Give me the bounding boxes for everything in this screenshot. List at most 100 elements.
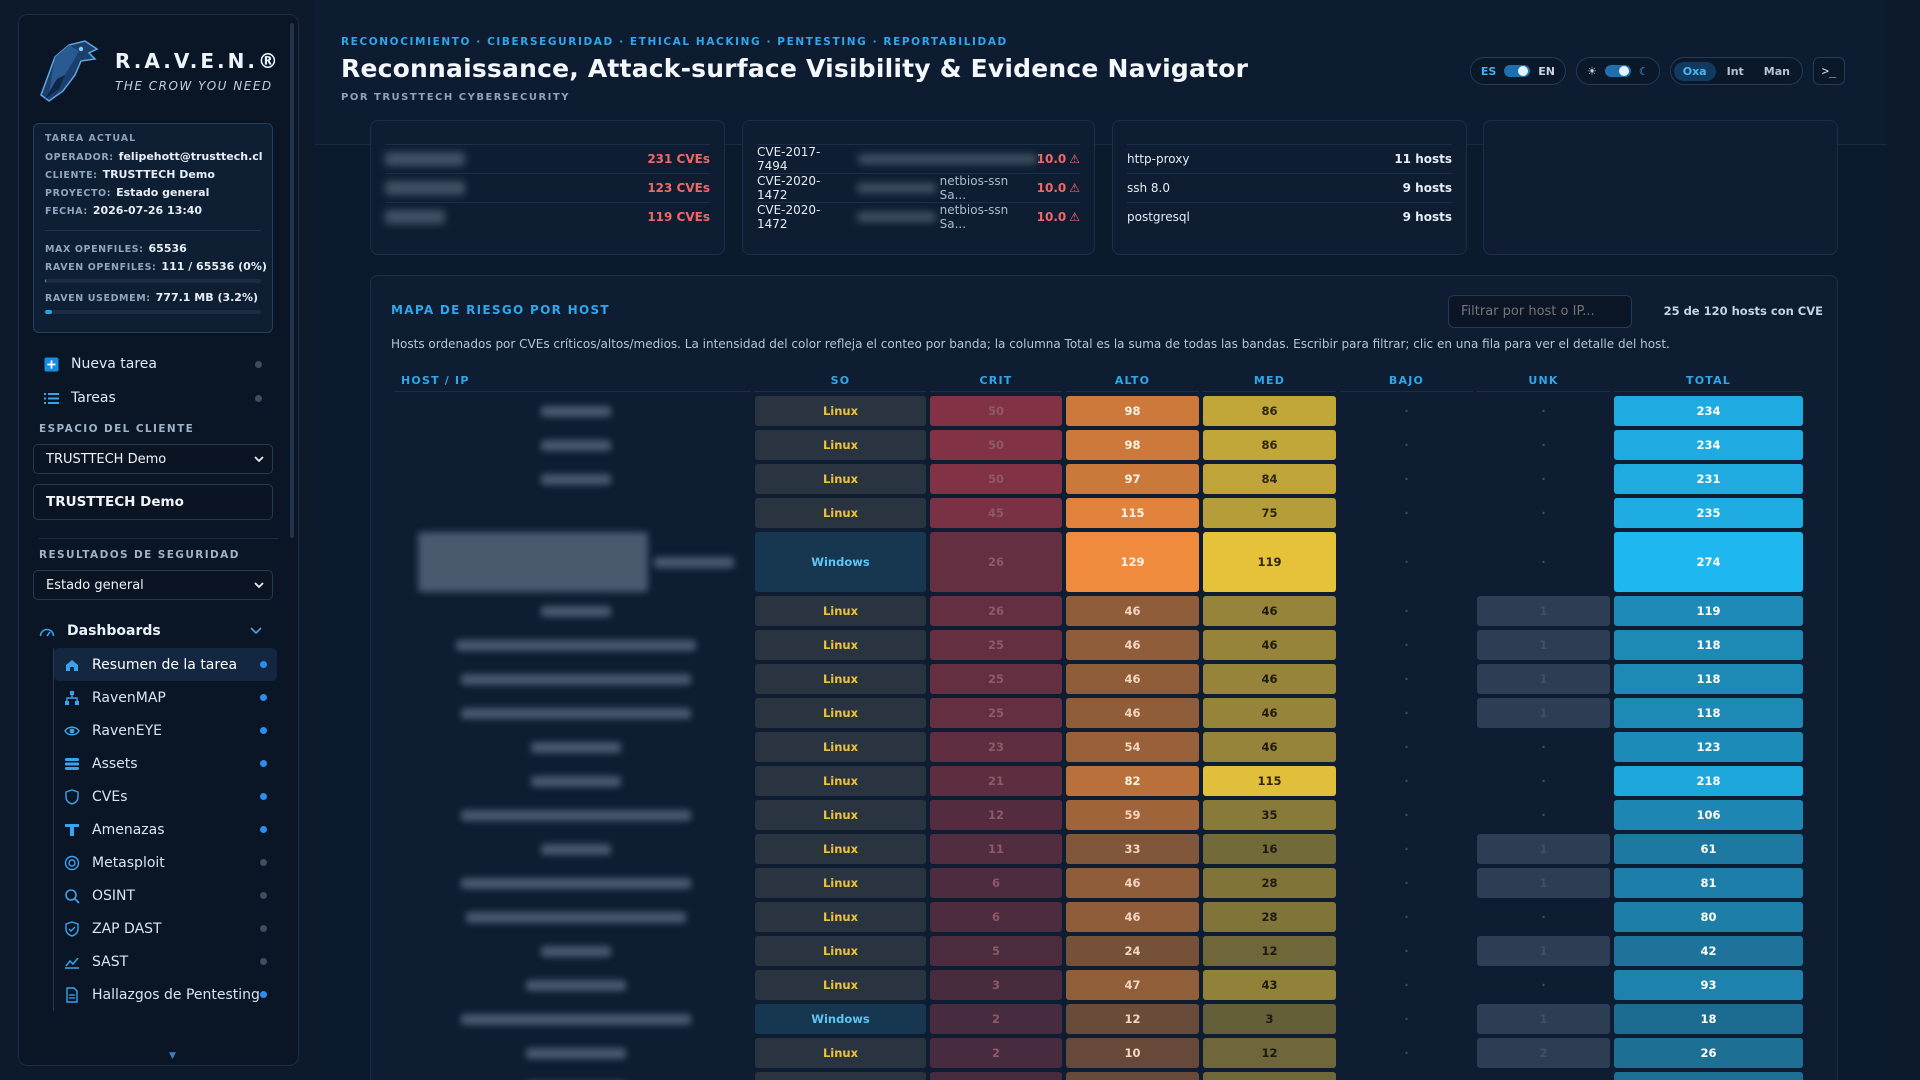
language-toggle[interactable]: ES EN — [1469, 57, 1566, 85]
chevron-down-icon — [254, 578, 264, 593]
blurred-host — [461, 878, 691, 889]
med-cell: 12 — [1203, 1072, 1336, 1080]
col-crit[interactable]: CRIT — [930, 370, 1062, 392]
host-filter-input[interactable] — [1448, 295, 1632, 328]
table-row[interactable]: Windows 2 12 3 · 1 18 — [395, 1004, 1803, 1034]
host-cell — [395, 464, 751, 494]
col-host[interactable]: HOST / IP — [395, 370, 751, 392]
scroll-down-icon[interactable]: ▼ — [169, 1051, 176, 1061]
list-item[interactable]: 119 CVEs — [385, 202, 710, 231]
client-value: TRUSTTECH Demo — [102, 168, 215, 181]
list-item[interactable]: CVE-2020-1472 netbios-ssn Sa... 10.0 ⚠ — [757, 173, 1080, 202]
language-switch[interactable] — [1504, 65, 1531, 77]
table-row[interactable]: Linux 50 98 86 · · 234 — [395, 396, 1803, 426]
table-row[interactable]: Linux 45 115 75 · · 235 — [395, 498, 1803, 528]
status-dot — [260, 727, 267, 734]
med-cell: 46 — [1203, 732, 1336, 762]
status-dot — [260, 694, 267, 701]
table-row[interactable]: Linux 25 46 46 · 1 118 — [395, 698, 1803, 728]
col-bajo[interactable]: BAJO — [1340, 370, 1473, 392]
crit-cell: 25 — [930, 664, 1062, 694]
alto-cell: 115 — [1066, 498, 1199, 528]
blurred-host — [418, 532, 648, 592]
alto-cell: 46 — [1066, 902, 1199, 932]
list-item[interactable]: CVE-2020-1472 netbios-ssn Sa... 10.0 ⚠ — [757, 202, 1080, 231]
list-item[interactable]: 123 CVEs — [385, 173, 710, 202]
table-row[interactable]: Linux 2 10 12 · 2 26 — [395, 1038, 1803, 1068]
list-item[interactable]: CVE-2017-7494 10.0 ⚠ — [757, 144, 1080, 173]
total-cell: 118 — [1614, 630, 1803, 660]
os-badge: Linux — [755, 970, 926, 1000]
service-name: http-proxy — [1127, 152, 1190, 166]
table-row[interactable]: Linux 50 97 84 · · 231 — [395, 464, 1803, 494]
table-row[interactable]: Linux 23 54 46 · · 123 — [395, 732, 1803, 762]
alto-cell: 12 — [1066, 1004, 1199, 1034]
crit-cell: 12 — [930, 800, 1062, 830]
network-icon — [64, 690, 80, 706]
table-row[interactable]: Linux 5 24 12 · 1 42 — [395, 936, 1803, 966]
table-row[interactable]: Linux 25 46 46 · 1 118 — [395, 664, 1803, 694]
cve-service: netbios-ssn Sa... — [939, 174, 1009, 202]
sidebar-item-raveneye[interactable]: RavenEYE — [54, 714, 298, 747]
top-cves-card: CVE-2017-7494 10.0 ⚠ CVE-2020-1472 netbios-… — [742, 120, 1095, 255]
results-select-value: Estado general — [46, 577, 144, 593]
risk-map-description: Hosts ordenados por CVEs críticos/altos/… — [391, 337, 1670, 351]
sidebar-item-zap-dast[interactable]: ZAP DAST — [54, 912, 298, 945]
col-med[interactable]: MED — [1203, 370, 1336, 392]
host-cell — [395, 498, 751, 528]
sidebar-item-osint[interactable]: OSINT — [54, 879, 298, 912]
table-row[interactable]: Linux 21 82 115 · · 218 — [395, 766, 1803, 796]
raven-usedmem-label: RAVEN USEDMEM: — [45, 293, 151, 304]
table-row[interactable]: Linux 2 10 12 · · 24 — [395, 1072, 1803, 1080]
table-row[interactable]: Linux 12 59 35 · · 106 — [395, 800, 1803, 830]
col-alto[interactable]: ALTO — [1066, 370, 1199, 392]
sidebar-item-resumen-de-la-tarea[interactable]: Resumen de la tarea — [54, 648, 277, 681]
list-item[interactable]: postgresql 9 hosts — [1127, 202, 1452, 231]
results-select[interactable]: Estado general — [33, 570, 273, 600]
new-task-button[interactable]: Nueva tarea — [19, 347, 298, 381]
table-row[interactable]: Linux 25 46 46 · 1 118 — [395, 630, 1803, 660]
sidebar-scrollbar[interactable] — [290, 23, 294, 538]
current-task-card: TAREA ACTUAL OPERADOR: felipehott@trustte… — [33, 123, 273, 333]
table-row[interactable]: Linux 6 46 28 · · 80 — [395, 902, 1803, 932]
client-select[interactable]: TRUSTTECH Demo — [33, 444, 273, 474]
dashboards-toggle[interactable]: Dashboards — [19, 614, 298, 648]
blurred-host — [531, 742, 621, 753]
table-row[interactable]: Linux 11 33 16 · 1 61 — [395, 834, 1803, 864]
col-total[interactable]: TOTAL — [1614, 370, 1803, 392]
mode-oxa-button[interactable]: Oxa — [1673, 61, 1716, 81]
chart-line-icon — [64, 954, 80, 970]
sidebar-item-metasploit[interactable]: Metasploit — [54, 846, 298, 879]
client-space-label: ESPACIO DEL CLIENTE — [39, 423, 195, 435]
alto-cell: 46 — [1066, 664, 1199, 694]
table-row[interactable]: Linux 6 46 28 · 1 81 — [395, 868, 1803, 898]
sidebar-item-assets[interactable]: Assets — [54, 747, 298, 780]
alto-cell: 82 — [1066, 766, 1199, 796]
tasks-button[interactable]: Tareas — [19, 381, 298, 415]
terminal-button[interactable]: >_ — [1813, 57, 1845, 85]
sidebar-item-cves[interactable]: CVEs — [54, 780, 298, 813]
col-unk[interactable]: UNK — [1477, 370, 1610, 392]
col-os[interactable]: SO — [755, 370, 926, 392]
host-cell — [395, 936, 751, 966]
sidebar-item-hallazgos-de-pentesting[interactable]: Hallazgos de Pentesting — [54, 978, 298, 1011]
table-row[interactable]: Linux 26 46 46 · 1 119 — [395, 596, 1803, 626]
table-row[interactable]: Windows 26 129 119 · · 274 — [395, 532, 1803, 592]
sidebar-item-sast[interactable]: SAST — [54, 945, 298, 978]
warning-icon: ⚠ — [1069, 181, 1080, 195]
list-item[interactable]: 231 CVEs — [385, 144, 710, 173]
mode-int-button[interactable]: Int — [1718, 62, 1753, 81]
theme-toggle[interactable]: ☀ ☾ — [1575, 57, 1660, 85]
list-item[interactable]: http-proxy 11 hosts — [1127, 144, 1452, 173]
med-cell: 119 — [1203, 532, 1336, 592]
list-item[interactable]: ssh 8.0 9 hosts — [1127, 173, 1452, 202]
table-row[interactable]: Linux 50 98 86 · · 234 — [395, 430, 1803, 460]
table-row[interactable]: Linux 3 47 43 · · 93 — [395, 970, 1803, 1000]
dashboards-label: Dashboards — [67, 623, 161, 639]
crit-cell: 5 — [930, 936, 1062, 966]
theme-switch[interactable] — [1604, 65, 1631, 77]
sidebar-item-amenazas[interactable]: Amenazas — [54, 813, 298, 846]
os-badge: Linux — [755, 834, 926, 864]
mode-man-button[interactable]: Man — [1755, 62, 1799, 81]
sidebar-item-ravenmap[interactable]: RavenMAP — [54, 681, 298, 714]
